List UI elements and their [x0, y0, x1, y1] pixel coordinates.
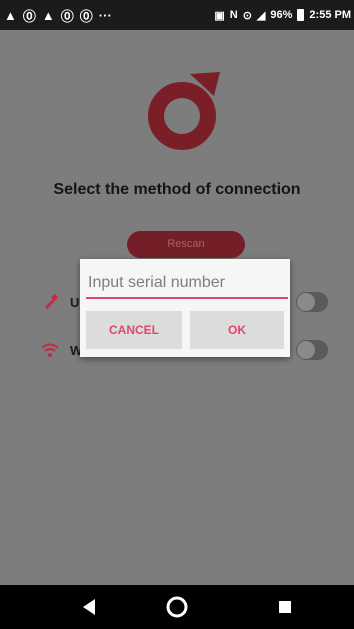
- back-icon[interactable]: [77, 595, 101, 619]
- notification-area: ▲ ⓪ ▲ ⓪ ⓪ ···: [0, 6, 112, 25]
- app-icon: ⓪: [22, 8, 36, 24]
- ok-button[interactable]: OK: [190, 311, 284, 349]
- rescan-button[interactable]: Rescan: [127, 231, 245, 258]
- nfc-icon: N: [229, 9, 238, 21]
- toggle-knob: [297, 293, 315, 311]
- usb-toggle[interactable]: [296, 292, 328, 312]
- cancel-button[interactable]: CANCEL: [86, 311, 182, 349]
- warning-icon: ▲: [4, 7, 17, 23]
- connection-row-wifi[interactable]: Wi: [40, 338, 86, 362]
- sync-icon: ⊙: [242, 9, 252, 22]
- battery-icon: [297, 9, 305, 21]
- app-icon: ⓪: [79, 8, 93, 24]
- app-logo: [148, 72, 220, 150]
- app-icon: ⓪: [60, 8, 74, 24]
- wifi-toggle[interactable]: [296, 340, 328, 360]
- signal-icon: ◢: [256, 9, 266, 22]
- wifi-icon: [41, 343, 59, 357]
- serial-number-dialog: CANCEL OK: [80, 259, 290, 357]
- home-icon[interactable]: [165, 595, 189, 619]
- system-status: ▣ N ⊙ ◢ 96% 2:55 PM: [214, 9, 354, 22]
- cast-icon: ▣: [214, 9, 225, 22]
- warning-icon: ▲: [41, 7, 55, 23]
- usb-icon: [45, 293, 59, 309]
- status-bar: ▲ ⓪ ▲ ⓪ ⓪ ··· ▣ N ⊙ ◢ 96% 2:55 PM: [0, 0, 354, 30]
- navigation-bar: [0, 585, 354, 629]
- page-title: Select the method of connection: [53, 181, 301, 198]
- battery-level: 96%: [270, 9, 293, 21]
- serial-number-input[interactable]: [86, 269, 288, 299]
- toggle-knob: [297, 341, 315, 359]
- overflow-indicator: ···: [98, 7, 112, 23]
- recents-icon[interactable]: [273, 595, 297, 619]
- clock: 2:55 PM: [309, 9, 351, 21]
